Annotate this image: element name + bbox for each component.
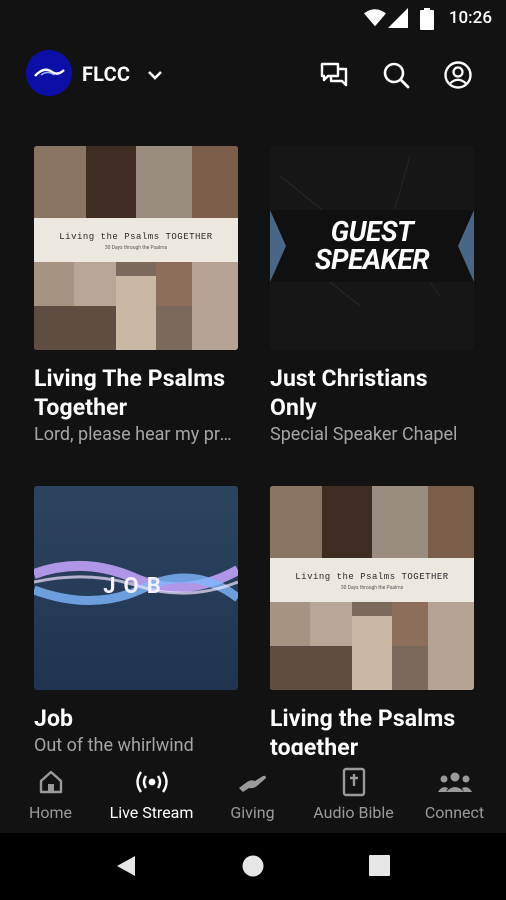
signal-icon bbox=[388, 8, 408, 28]
art-subtitle: 30 Days through the Psalms bbox=[340, 585, 404, 591]
nav-label: Connect bbox=[424, 803, 485, 822]
art-job: JOB bbox=[103, 574, 169, 599]
card-thumbnail: JOB bbox=[34, 486, 238, 690]
account-icon[interactable] bbox=[443, 60, 473, 90]
card-job[interactable]: JOB Job Out of the whirlwind bbox=[34, 486, 238, 755]
search-icon[interactable] bbox=[381, 60, 411, 90]
card-subtitle: Out of the whirlwind bbox=[34, 735, 194, 755]
church-logo[interactable] bbox=[26, 50, 72, 96]
content-grid: Living the Psalms TOGETHER 30 Days throu… bbox=[0, 120, 506, 755]
broadcast-icon bbox=[135, 771, 168, 793]
system-nav-bar bbox=[0, 833, 506, 900]
art-subtitle: 30 Days through the Psalms bbox=[104, 245, 168, 251]
church-name[interactable]: FLCC bbox=[82, 62, 130, 86]
art-title: Living the Psalms TOGETHER bbox=[59, 232, 213, 242]
battery-icon bbox=[420, 8, 434, 30]
card-subtitle: Lord, please hear my prayer bbox=[34, 424, 238, 445]
nav-label: Home bbox=[28, 803, 73, 822]
recents-icon[interactable] bbox=[369, 855, 390, 876]
card-living-psalms[interactable]: Living the Psalms TOGETHER 30 Days throu… bbox=[34, 146, 238, 445]
status-time: 10:26 bbox=[448, 8, 492, 28]
bible-icon bbox=[342, 767, 365, 797]
art-title: Living the Psalms TOGETHER bbox=[295, 572, 449, 582]
card-title: Living The Psalms Together bbox=[34, 365, 226, 421]
nav-label: Live Stream bbox=[109, 803, 194, 822]
home-icon bbox=[39, 770, 62, 794]
card-just-christians[interactable]: GUEST SPEAKER Just Christians Only Speci… bbox=[270, 146, 474, 445]
card-title: Living the Psalms together bbox=[270, 705, 456, 755]
chat-icon[interactable] bbox=[319, 60, 349, 90]
nav-live-stream[interactable]: Live Stream bbox=[101, 755, 202, 822]
people-icon bbox=[437, 772, 472, 792]
home-circle-icon[interactable] bbox=[242, 855, 264, 877]
card-subtitle: Special Speaker Chapel bbox=[270, 424, 458, 445]
card-title: Job bbox=[34, 705, 74, 732]
nav-home[interactable]: Home bbox=[0, 755, 101, 822]
art-speaker: SPEAKER bbox=[314, 243, 430, 276]
nav-connect[interactable]: Connect bbox=[404, 755, 505, 822]
giving-hand-icon bbox=[238, 775, 266, 792]
bottom-nav: Home Live Stream Giving Audio Bible Conn… bbox=[0, 755, 506, 833]
nav-label: Audio Bible bbox=[313, 803, 394, 822]
card-thumbnail: Living the Psalms TOGETHER 30 Days throu… bbox=[270, 486, 474, 690]
nav-giving[interactable]: Giving bbox=[202, 755, 303, 822]
wave-logo-icon bbox=[34, 68, 65, 77]
card-title: Just Christians Only bbox=[270, 365, 428, 421]
app-bar: FLCC bbox=[0, 50, 506, 100]
wifi-icon bbox=[364, 9, 386, 27]
status-bar: 10:26 bbox=[0, 0, 506, 36]
chevron-down-icon[interactable] bbox=[146, 66, 164, 84]
nav-audio-bible[interactable]: Audio Bible bbox=[303, 755, 404, 822]
card-thumbnail: Living the Psalms TOGETHER 30 Days throu… bbox=[34, 146, 238, 350]
nav-label: Giving bbox=[230, 803, 275, 822]
art-guest: GUEST bbox=[330, 215, 414, 248]
back-icon[interactable] bbox=[115, 854, 137, 878]
card-thumbnail: GUEST SPEAKER bbox=[270, 146, 474, 350]
card-living-psalms-2[interactable]: Living the Psalms TOGETHER 30 Days throu… bbox=[270, 486, 474, 755]
